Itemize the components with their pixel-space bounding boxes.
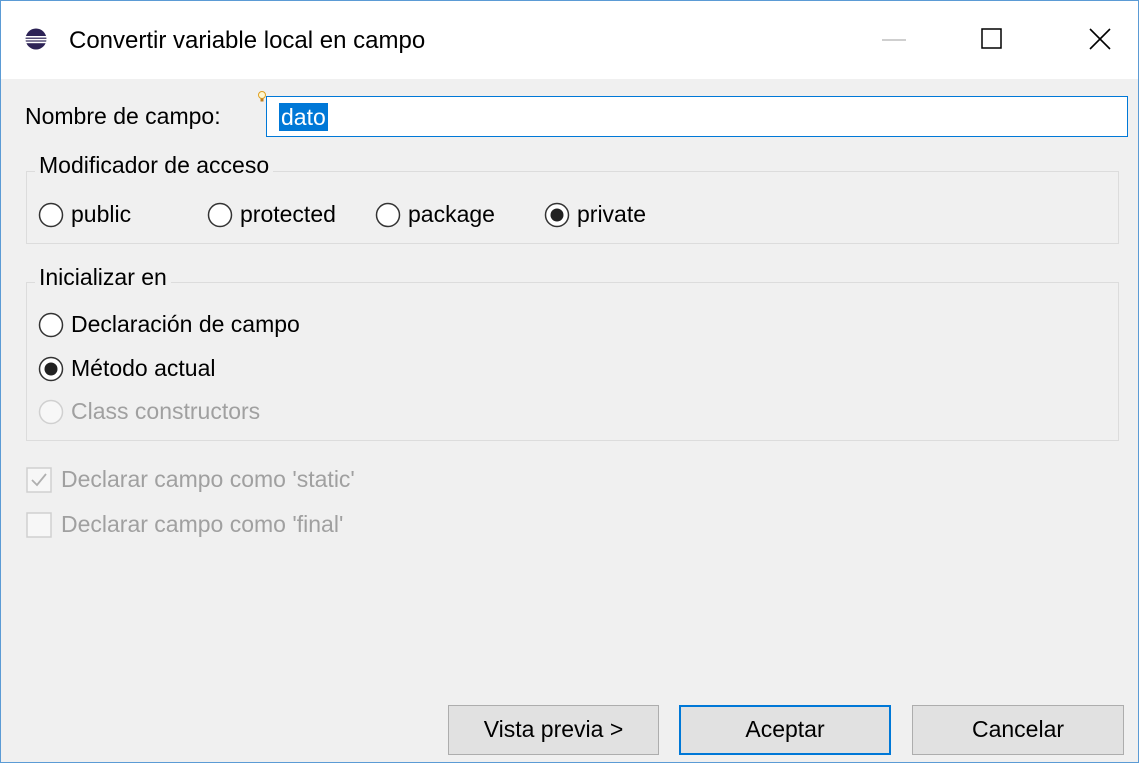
radio-private-label[interactable]: private — [577, 201, 646, 228]
radio-class-constructors-label: Class constructors — [71, 398, 261, 424]
radio-field-declaration-label[interactable]: Declaración de campo — [71, 311, 300, 338]
field-name-value: dato — [279, 103, 328, 131]
window-title: Convertir variable local en campo — [69, 27, 426, 54]
initialize-in-title: Inicializar en — [35, 264, 171, 291]
ok-button[interactable]: Aceptar — [679, 705, 891, 755]
dialog-window: Convertir variable local en campo Nombre… — [0, 0, 1139, 763]
radio-package-label[interactable]: package — [408, 201, 495, 228]
eclipse-icon — [25, 28, 47, 50]
preview-button[interactable]: Vista previa > — [448, 705, 659, 755]
radio-current-method[interactable] — [38, 356, 64, 382]
checkbox-static — [26, 467, 52, 493]
radio-class-constructors — [38, 399, 64, 425]
minimize-icon — [882, 39, 906, 41]
radio-package[interactable] — [375, 202, 401, 228]
radio-public[interactable] — [38, 202, 64, 228]
checkbox-final — [26, 512, 52, 538]
title-bar[interactable]: Convertir variable local en campo — [1, 1, 1138, 79]
close-icon — [1089, 28, 1111, 50]
field-name-label: Nombre de campo: — [25, 103, 221, 129]
radio-current-method-label[interactable]: Método actual — [71, 355, 215, 382]
maximize-button[interactable] — [938, 1, 1046, 79]
radio-public-label[interactable]: public — [71, 201, 131, 228]
radio-private[interactable] — [544, 202, 570, 228]
radio-field-declaration[interactable] — [38, 312, 64, 338]
close-button[interactable] — [1046, 1, 1138, 79]
minimize-button[interactable] — [840, 1, 948, 79]
field-name-input[interactable]: dato — [266, 96, 1128, 137]
access-modifier-group — [26, 171, 1119, 244]
checkbox-static-label: Declarar campo como 'static' — [61, 466, 355, 492]
checkbox-final-label: Declarar campo como 'final' — [61, 511, 344, 537]
access-modifier-title: Modificador de acceso — [35, 152, 274, 179]
cancel-button[interactable]: Cancelar — [912, 705, 1124, 755]
maximize-icon — [981, 28, 1002, 49]
radio-protected-label[interactable]: protected — [240, 201, 336, 228]
radio-protected[interactable] — [207, 202, 233, 228]
